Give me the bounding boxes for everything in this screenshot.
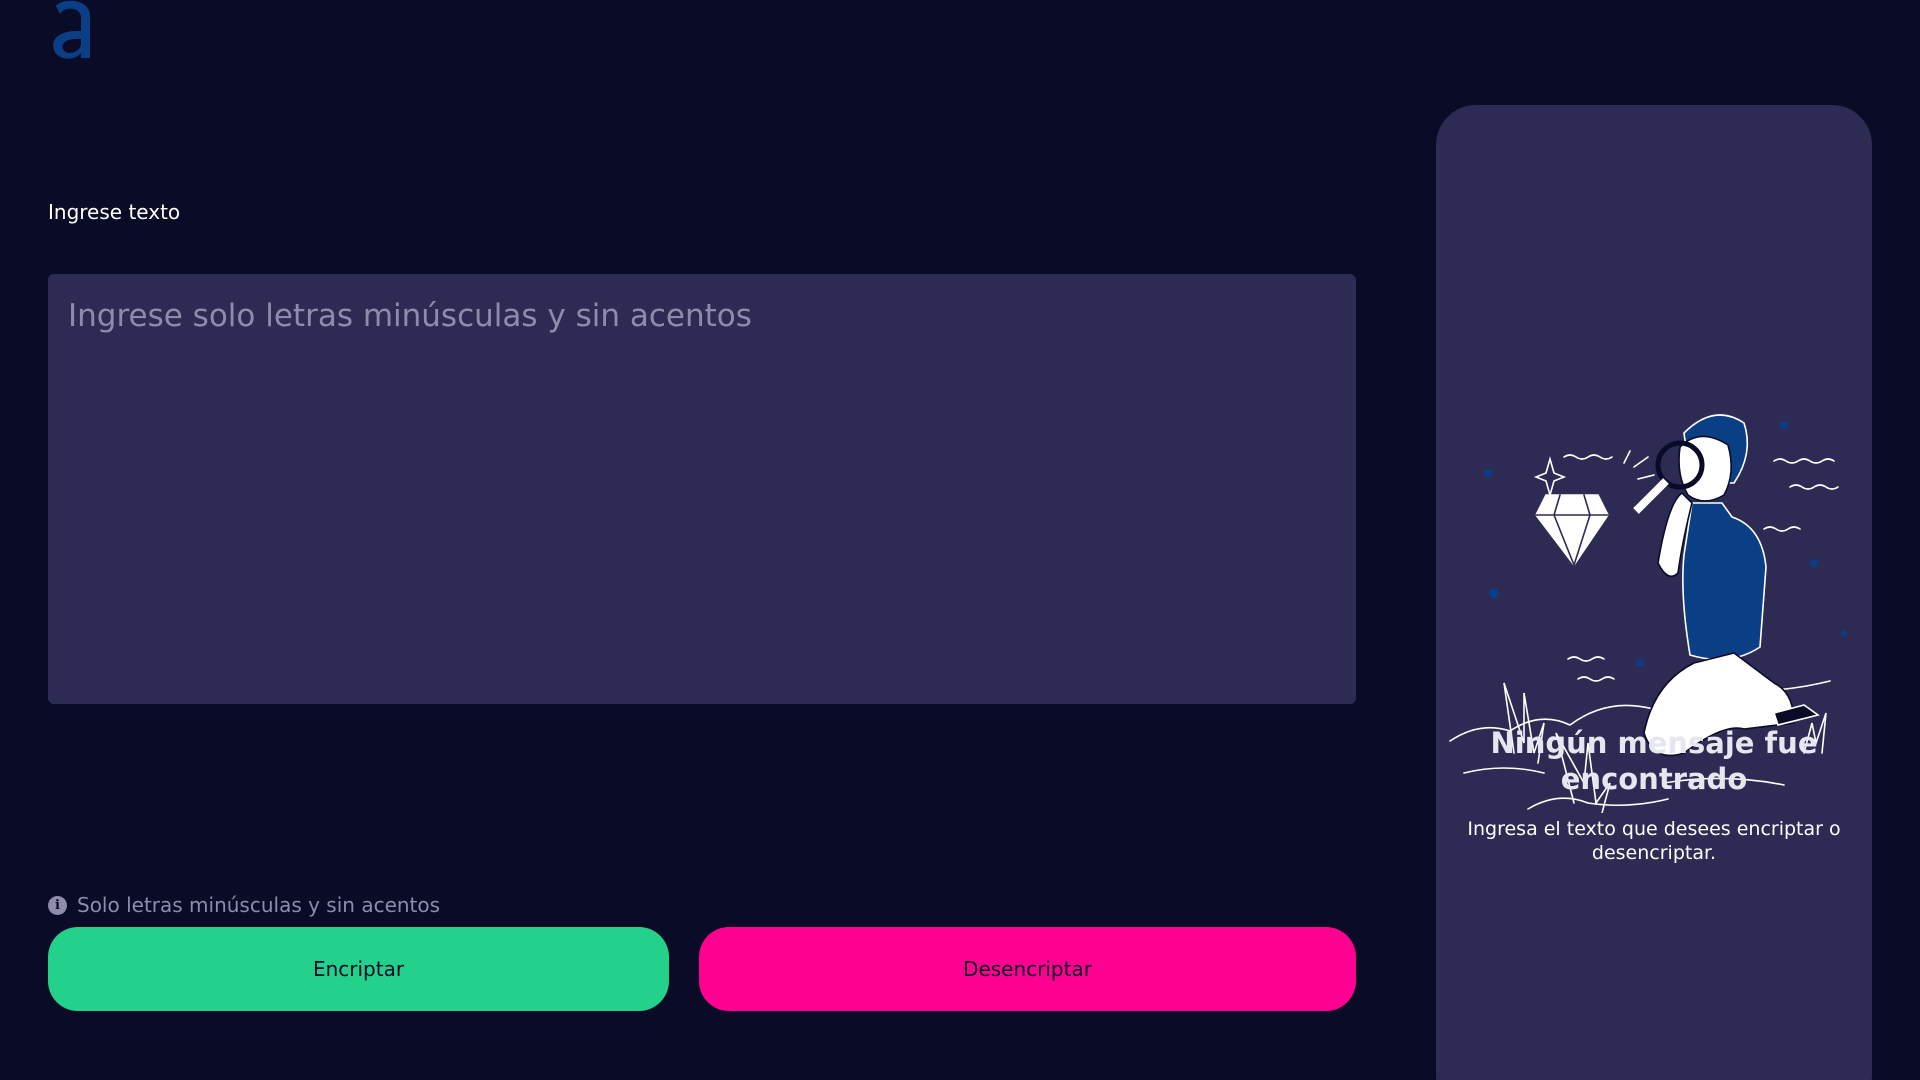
text-input-container bbox=[48, 274, 1356, 704]
info-icon: i bbox=[48, 895, 67, 915]
encrypt-button[interactable]: Encriptar bbox=[48, 927, 669, 1011]
logo[interactable] bbox=[48, 0, 98, 62]
decrypt-button[interactable]: Desencriptar bbox=[699, 927, 1356, 1011]
input-label: Ingrese texto bbox=[48, 200, 181, 224]
result-message: Ingresa el texto que desees encriptar o … bbox=[1467, 818, 1841, 864]
hint-text: Solo letras minúsculas y sin acentos bbox=[77, 893, 441, 917]
result-title: Ningún mensaje fue encontrado bbox=[1490, 726, 1818, 796]
result-panel: Ningún mensaje fue encontrado Ingresa el… bbox=[1436, 105, 1872, 1080]
text-input[interactable] bbox=[48, 274, 1356, 704]
input-hint: i Solo letras minúsculas y sin acentos bbox=[48, 892, 440, 918]
page: Ingrese texto i Solo letras minúsculas y… bbox=[0, 0, 1920, 1080]
